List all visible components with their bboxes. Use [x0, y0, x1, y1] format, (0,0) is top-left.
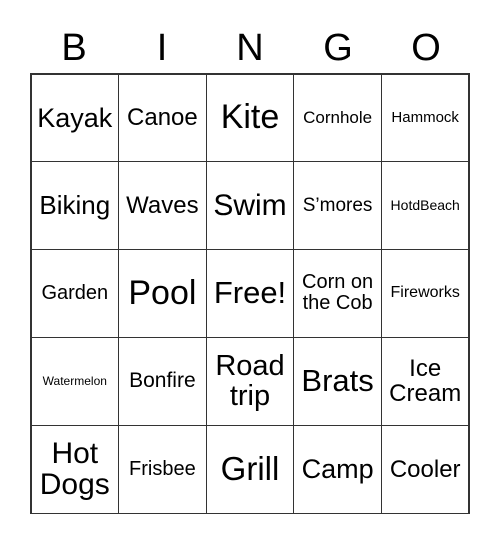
bingo-cell[interactable]: S’mores	[293, 161, 382, 251]
bingo-cell[interactable]: Canoe	[118, 73, 207, 163]
bingo-cell[interactable]: Cornhole	[293, 73, 382, 163]
bingo-card: Kayak Canoe Kite Cornhole Hammock Biking Waves…	[30, 73, 470, 514]
bingo-cell[interactable]: Free!	[205, 249, 295, 338]
bingo-cell[interactable]: Swim	[205, 161, 295, 251]
header-letter: I	[156, 27, 168, 69]
bingo-cell[interactable]: Road trip	[205, 336, 295, 426]
bingo-cell[interactable]: Bonfire	[118, 336, 207, 426]
header-letter: N	[236, 27, 264, 69]
bingo-cell[interactable]: Fireworks	[380, 249, 470, 338]
bingo-cell[interactable]: Kite	[205, 73, 295, 163]
header-letter: O	[411, 27, 441, 69]
bingo-cell[interactable]: Camp	[293, 424, 382, 514]
bingo-cell[interactable]: Kayak	[30, 73, 120, 163]
header-letter: G	[323, 27, 353, 69]
bingo-cell[interactable]: Cooler	[380, 424, 470, 514]
bingo-cell[interactable]: Biking	[30, 161, 120, 251]
bingo-cell[interactable]: Brats	[293, 336, 382, 426]
bingo-header: BINGO	[30, 22, 470, 74]
bingo-cell[interactable]: HotdBeach	[380, 161, 470, 251]
bingo-cell[interactable]: Garden	[30, 249, 120, 338]
bingo-cell[interactable]: Waves	[118, 161, 207, 251]
bingo-cell[interactable]: Hammock	[380, 73, 470, 163]
bingo-cell[interactable]: Frisbee	[118, 424, 207, 514]
bingo-cell[interactable]: Pool	[118, 249, 207, 338]
bingo-cell[interactable]: Ice Cream	[380, 336, 470, 426]
bingo-cell[interactable]: Watermelon	[30, 336, 120, 426]
bingo-cell[interactable]: Grill	[205, 424, 295, 514]
bingo-cell[interactable]: Corn on the Cob	[293, 249, 382, 338]
header-letter: B	[61, 27, 87, 69]
bingo-cell[interactable]: Hot Dogs	[30, 424, 120, 514]
